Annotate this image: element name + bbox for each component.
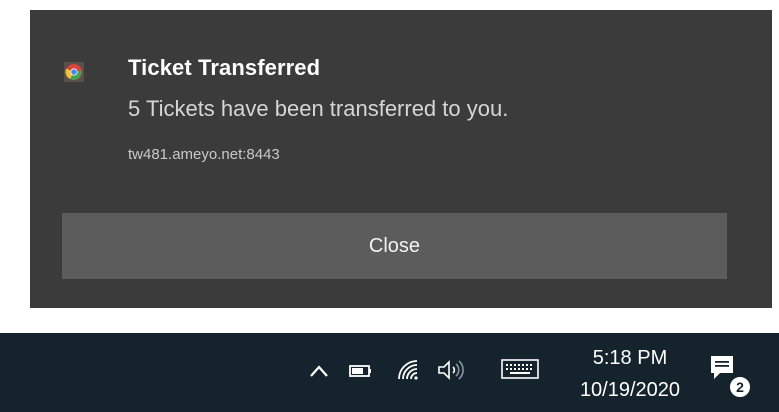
- notification-message: 5 Tickets have been transferred to you.: [128, 96, 509, 121]
- close-button[interactable]: Close: [62, 213, 727, 279]
- notification-source: tw481.ameyo.net:8443: [128, 146, 280, 163]
- notification-count-badge: 2: [728, 375, 752, 399]
- notification-center-icon[interactable]: 2: [708, 353, 752, 399]
- taskbar: 5:18 PM 10/19/2020 2: [0, 333, 779, 412]
- taskbar-clock[interactable]: 5:18 PM 10/19/2020: [560, 342, 700, 406]
- chrome-icon: [64, 62, 84, 82]
- desktop: Ticket Transferred 5 Tickets have been t…: [0, 0, 779, 412]
- notification-title: Ticket Transferred: [128, 55, 321, 80]
- clock-time: 5:18 PM: [592, 347, 668, 369]
- toast-notification[interactable]: Ticket Transferred 5 Tickets have been t…: [30, 10, 772, 308]
- volume-icon[interactable]: [436, 357, 466, 383]
- wifi-icon[interactable]: [396, 357, 422, 383]
- battery-icon[interactable]: [348, 359, 374, 383]
- keyboard-icon[interactable]: [500, 357, 540, 381]
- chevron-up-icon[interactable]: [307, 359, 331, 383]
- clock-date: 10/19/2020: [579, 379, 681, 401]
